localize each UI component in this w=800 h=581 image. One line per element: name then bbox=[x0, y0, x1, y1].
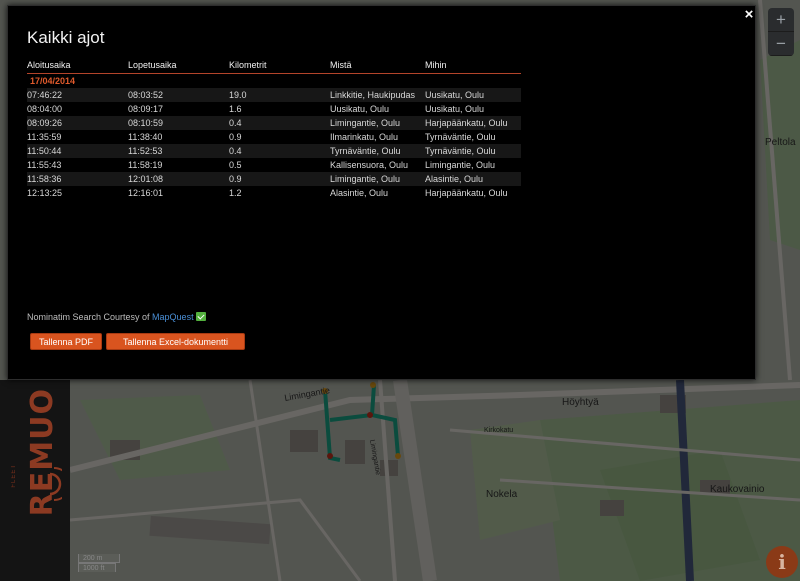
info-button[interactable]: i bbox=[766, 546, 798, 578]
credit-text: Nominatim Search Courtesy of bbox=[27, 312, 153, 322]
column-header-start-time: Aloitusaika bbox=[27, 57, 128, 74]
cell-from: Linkkitie, Haukipudas bbox=[330, 88, 425, 102]
table-row[interactable]: 08:09:26 08:10:59 0.4 Limingantie, Oulu … bbox=[27, 116, 521, 130]
cell-from: Ilmarinkatu, Oulu bbox=[330, 130, 425, 144]
brand-sidebar: REMUO FLEET bbox=[0, 380, 70, 581]
cell-end-time: 08:10:59 bbox=[128, 116, 229, 130]
table-row[interactable]: 12:13:25 12:16:01 1.2 Alasintie, Oulu Ha… bbox=[27, 186, 521, 200]
map-label-district-3: Kaukovainio bbox=[710, 484, 765, 495]
map-label-street-2: Kirkokatu bbox=[484, 427, 513, 434]
table-row[interactable]: 11:58:36 12:01:08 0.9 Limingantie, Oulu … bbox=[27, 172, 521, 186]
cell-kilometers: 1.2 bbox=[229, 186, 330, 200]
trips-table: Aloitusaika Lopetusaika Kilometrit Mistä… bbox=[27, 57, 521, 200]
map-scale: 200 m 1000 ft bbox=[78, 554, 120, 572]
zoom-out-button[interactable]: − bbox=[768, 32, 794, 56]
save-excel-button[interactable]: Tallenna Excel-dokumentti bbox=[106, 333, 245, 350]
scale-metric: 200 m bbox=[78, 554, 120, 563]
cell-end-time: 11:52:53 bbox=[128, 144, 229, 158]
column-header-to: Mihin bbox=[425, 57, 521, 74]
mapquest-check-icon bbox=[195, 312, 206, 321]
map-label-district-2: Nokela bbox=[486, 489, 518, 500]
table-row[interactable]: 11:50:44 11:52:53 0.4 Tyrnäväntie, Oulu … bbox=[27, 144, 521, 158]
column-header-from: Mistä bbox=[330, 57, 425, 74]
search-credit: Nominatim Search Courtesy of MapQuest bbox=[27, 312, 206, 322]
mapquest-link[interactable]: MapQuest bbox=[152, 312, 194, 322]
zoom-control: + − bbox=[768, 8, 794, 56]
cell-from: Kallisensuora, Oulu bbox=[330, 158, 425, 172]
cell-start-time: 12:13:25 bbox=[27, 186, 128, 200]
map-label-district-1: Höyhtyä bbox=[562, 397, 599, 408]
cell-to: Harjapäänkatu, Oulu bbox=[425, 116, 521, 130]
cell-kilometers: 0.5 bbox=[229, 158, 330, 172]
zoom-in-button[interactable]: + bbox=[768, 8, 794, 32]
cell-from: Limingantie, Oulu bbox=[330, 116, 425, 130]
column-header-end-time: Lopetusaika bbox=[128, 57, 229, 74]
cell-start-time: 08:09:26 bbox=[27, 116, 128, 130]
cell-to: Tyrnäväntie, Oulu bbox=[425, 130, 521, 144]
cell-from: Tyrnäväntie, Oulu bbox=[330, 144, 425, 158]
date-group-row: 17/04/2014 bbox=[27, 73, 521, 88]
close-button[interactable]: × bbox=[741, 7, 757, 23]
cell-end-time: 11:38:40 bbox=[128, 130, 229, 144]
table-header-row: Aloitusaika Lopetusaika Kilometrit Mistä… bbox=[27, 57, 521, 74]
cell-kilometers: 0.4 bbox=[229, 116, 330, 130]
cell-start-time: 11:55:43 bbox=[27, 158, 128, 172]
column-header-kilometers: Kilometrit bbox=[229, 57, 330, 74]
table-row[interactable]: 11:35:59 11:38:40 0.9 Ilmarinkatu, Oulu … bbox=[27, 130, 521, 144]
cell-end-time: 08:03:52 bbox=[128, 88, 229, 102]
cell-from: Alasintie, Oulu bbox=[330, 186, 425, 200]
cell-kilometers: 0.9 bbox=[229, 172, 330, 186]
cell-from: Limingantie, Oulu bbox=[330, 172, 425, 186]
cell-to: Tyrnäväntie, Oulu bbox=[425, 144, 521, 158]
table-row[interactable]: 11:55:43 11:58:19 0.5 Kallisensuora, Oul… bbox=[27, 158, 521, 172]
cell-kilometers: 1.6 bbox=[229, 102, 330, 116]
cell-to: Uusikatu, Oulu bbox=[425, 102, 521, 116]
cell-kilometers: 19.0 bbox=[229, 88, 330, 102]
table-row[interactable]: 07:46:22 08:03:52 19.0 Linkkitie, Haukip… bbox=[27, 88, 521, 102]
cell-start-time: 07:46:22 bbox=[27, 88, 128, 102]
cell-end-time: 12:01:08 bbox=[128, 172, 229, 186]
cell-from: Uusikatu, Oulu bbox=[330, 102, 425, 116]
brand-subtitle: FLEET bbox=[11, 464, 17, 488]
table-row[interactable]: 08:04:00 08:09:17 1.6 Uusikatu, Oulu Uus… bbox=[27, 102, 521, 116]
cell-start-time: 11:50:44 bbox=[27, 144, 128, 158]
cell-end-time: 11:58:19 bbox=[128, 158, 229, 172]
save-pdf-button[interactable]: Tallenna PDF bbox=[30, 333, 102, 350]
map-label-top-right: Peltola bbox=[765, 137, 796, 148]
cell-start-time: 11:58:36 bbox=[27, 172, 128, 186]
cell-to: Harjapäänkatu, Oulu bbox=[425, 186, 521, 200]
cell-to: Alasintie, Oulu bbox=[425, 172, 521, 186]
cell-to: Limingantie, Oulu bbox=[425, 158, 521, 172]
modal-title: Kaikki ajot bbox=[27, 28, 105, 47]
cell-kilometers: 0.4 bbox=[229, 144, 330, 158]
cell-start-time: 11:35:59 bbox=[27, 130, 128, 144]
cell-end-time: 12:16:01 bbox=[128, 186, 229, 200]
all-trips-modal: × Kaikki ajot Aloitusaika Lopetusaika Ki… bbox=[7, 5, 756, 380]
cell-to: Uusikatu, Oulu bbox=[425, 88, 521, 102]
brand-name: REMUO bbox=[25, 388, 60, 517]
date-label: 17/04/2014 bbox=[30, 75, 76, 86]
cell-kilometers: 0.9 bbox=[229, 130, 330, 144]
cell-end-time: 08:09:17 bbox=[128, 102, 229, 116]
cell-start-time: 08:04:00 bbox=[27, 102, 128, 116]
scale-imperial: 1000 ft bbox=[78, 563, 116, 572]
